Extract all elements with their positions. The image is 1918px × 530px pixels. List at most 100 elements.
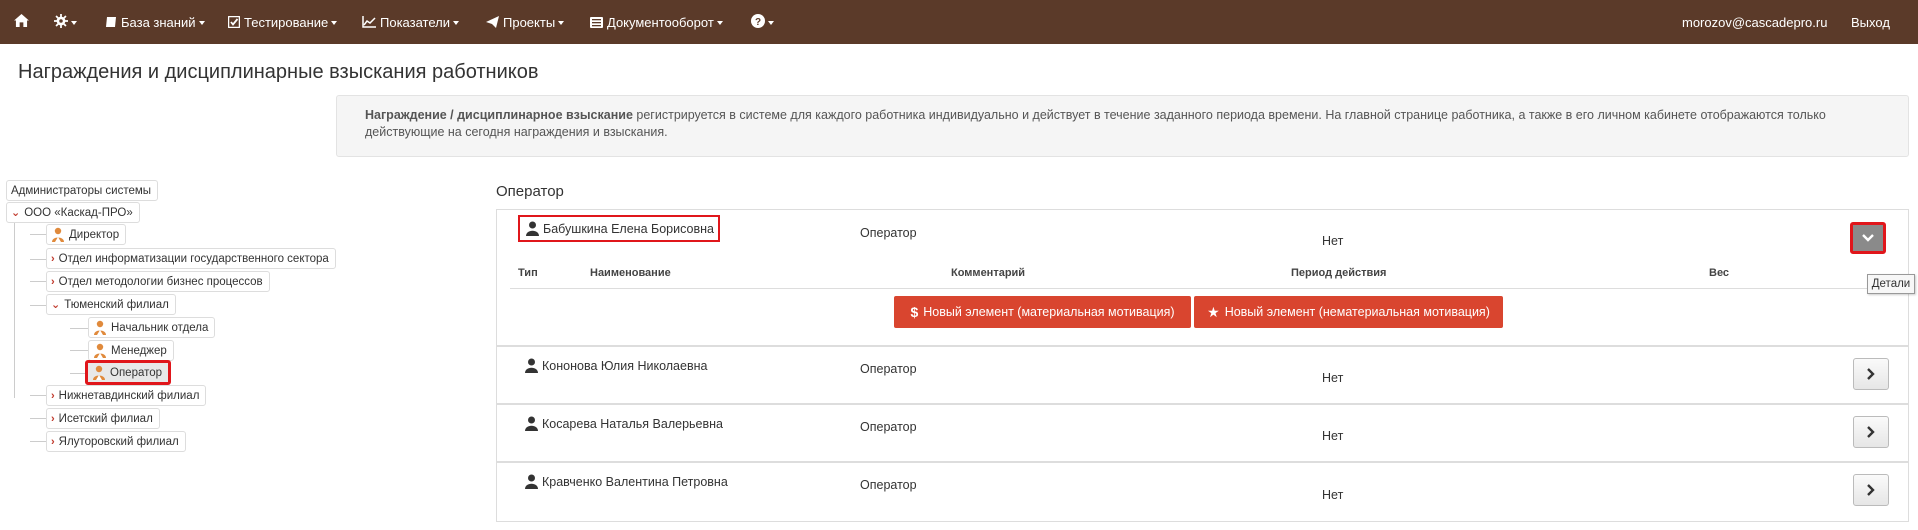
list-icon <box>590 16 603 28</box>
info-text-1: регистрируется в системе для каждого раб… <box>632 108 1826 122</box>
chevron-right-icon <box>1867 368 1875 380</box>
col-comment: Комментарий <box>951 267 1026 279</box>
tree-node-branch-yalutorovsky[interactable]: › Ялуторовский филиал <box>46 431 186 452</box>
employee-role: Оператор <box>860 478 917 492</box>
employee-name-text: Бабушкина Елена Борисовна <box>543 221 714 236</box>
tree-node-label: Администраторы системы <box>11 184 152 197</box>
button-label: Новый элемент (нематериальная мотивация) <box>1224 305 1490 319</box>
home-icon <box>14 14 29 30</box>
col-weight: Вес <box>1709 267 1730 279</box>
nav-projects[interactable]: Проекты <box>486 0 565 44</box>
chevron-right-icon <box>1867 426 1875 438</box>
info-bold: Награждение / дисциплинарное взыскание <box>365 108 633 122</box>
employee-status: Нет <box>1322 488 1344 502</box>
employee-name[interactable]: Кононова Юлия Николаевна <box>525 358 707 373</box>
chevron-right-icon[interactable]: › <box>51 390 55 402</box>
chevron-down-icon[interactable]: ⌄ <box>11 206 20 219</box>
tree-node-org[interactable]: ⌄ ООО «Каскад-ПРО» <box>6 202 140 223</box>
paper-plane-icon <box>486 16 499 28</box>
user-icon <box>94 343 106 358</box>
check-square-icon <box>228 16 240 28</box>
employee-status: Нет <box>1322 429 1344 443</box>
employee-name-text: Кравченко Валентина Петровна <box>542 474 728 489</box>
details-toggle-button[interactable] <box>1853 474 1889 506</box>
tree-node-label: Менеджер <box>111 344 167 357</box>
chevron-right-icon[interactable]: › <box>51 413 55 425</box>
chevron-down-icon <box>1862 234 1874 242</box>
line-chart-icon <box>362 16 376 28</box>
help-menu[interactable]: ? <box>751 0 774 44</box>
employee-role: Оператор <box>860 226 917 240</box>
nav-docflow[interactable]: Документооборот <box>590 0 723 44</box>
chevron-right-icon[interactable]: › <box>51 436 55 448</box>
employee-row: Кононова Юлия Николаевна Оператор Нет <box>496 346 1909 404</box>
employee-row: Косарева Наталья Валерьевна Оператор Нет <box>496 404 1909 462</box>
tree-node-dept-infosec[interactable]: › Отдел информатизации государственного … <box>46 248 336 269</box>
tree-node-label: ООО «Каскад-ПРО» <box>24 206 133 219</box>
section-title: Оператор <box>496 183 564 200</box>
new-material-item-button[interactable]: $ Новый элемент (материальная мотивация) <box>894 296 1191 328</box>
tree-node-head-of-dept[interactable]: Начальник отдела <box>88 317 216 338</box>
chevron-right-icon[interactable]: › <box>51 276 55 288</box>
dollar-icon: $ <box>910 304 919 320</box>
tree-node-branch-tyumen[interactable]: ⌄ Тюменский филиал <box>46 294 176 315</box>
user-icon <box>525 416 538 431</box>
nav-label: Документооборот <box>607 14 714 30</box>
employee-name-text: Косарева Наталья Валерьевна <box>542 416 723 431</box>
nav-label: Показатели <box>380 14 450 30</box>
tree-node-director[interactable]: Директор <box>46 224 127 245</box>
tree-node-label: Отдел методологии бизнес процессов <box>58 275 263 288</box>
tree-node-label: Отдел информатизации государственного се… <box>58 252 329 265</box>
chevron-right-icon[interactable]: › <box>51 253 55 265</box>
nav-indicators[interactable]: Показатели <box>362 0 459 44</box>
user-email-link[interactable]: morozov@cascadepro.ru <box>1682 0 1827 44</box>
employee-name[interactable]: Кравченко Валентина Петровна <box>525 474 728 489</box>
tree-node-branch-isetsky[interactable]: › Исетский филиал <box>46 408 160 429</box>
tree-node-manager[interactable]: Менеджер <box>88 340 174 361</box>
employee-row: Кравченко Валентина Петровна Оператор Не… <box>496 462 1909 522</box>
nav-label: База знаний <box>121 14 196 30</box>
tree-node-label: Директор <box>69 228 120 241</box>
col-period: Период действия <box>1291 267 1387 279</box>
tree-node-label: Тюменский филиал <box>64 298 169 311</box>
user-icon <box>52 227 64 242</box>
chevron-down-icon[interactable]: ⌄ <box>51 298 60 311</box>
employee-role: Оператор <box>860 362 917 376</box>
info-text-2: действующие на сегодня награждения и взы… <box>365 125 668 139</box>
user-icon <box>525 358 538 373</box>
details-toggle-button[interactable] <box>1853 416 1889 448</box>
employee-name[interactable]: Бабушкина Елена Борисовна <box>518 215 720 242</box>
button-label: Новый элемент (материальная мотивация) <box>923 305 1175 319</box>
nav-knowledge-base[interactable]: База знаний <box>105 0 205 44</box>
tree-node-dept-methodology[interactable]: › Отдел методологии бизнес процессов <box>46 271 270 292</box>
top-navbar: База знаний Тестирование Показатели Прое… <box>0 0 1918 44</box>
nav-label: Проекты <box>503 14 556 30</box>
question-circle-icon: ? <box>751 13 765 31</box>
nav-testing[interactable]: Тестирование <box>228 0 338 44</box>
user-icon <box>526 221 539 236</box>
logout-link[interactable]: Выход <box>1851 0 1890 44</box>
tree-node-label: Исетский филиал <box>58 412 153 425</box>
tree-node-operator[interactable]: Оператор <box>85 360 172 385</box>
star-icon: ★ <box>1207 303 1220 320</box>
user-icon <box>93 365 105 380</box>
details-toggle-button[interactable] <box>1850 222 1886 254</box>
employee-status: Нет <box>1322 234 1344 248</box>
nav-label: Тестирование <box>244 14 329 30</box>
employee-name-text: Кононова Юлия Николаевна <box>542 358 708 373</box>
new-nonmaterial-item-button[interactable]: ★ Новый элемент (нематериальная мотивация… <box>1194 296 1503 328</box>
user-icon <box>94 320 106 335</box>
home-link[interactable] <box>14 0 29 44</box>
details-toggle-button[interactable] <box>1853 358 1889 390</box>
col-type: Тип <box>518 267 538 279</box>
employee-status: Нет <box>1322 371 1344 385</box>
svg-text:?: ? <box>755 17 761 28</box>
employee-role: Оператор <box>860 420 917 434</box>
tree-node-branch-nizhnetavdinsky[interactable]: › Нижнетавдинский филиал <box>46 385 207 406</box>
info-box: Награждение / дисциплинарное взыскание р… <box>336 95 1909 157</box>
settings-menu[interactable] <box>54 0 77 44</box>
employee-name[interactable]: Косарева Наталья Валерьевна <box>525 416 723 431</box>
tree-node-label: Оператор <box>110 366 163 379</box>
tree-node-admins[interactable]: Администраторы системы <box>6 180 159 201</box>
gear-icon <box>54 13 68 31</box>
